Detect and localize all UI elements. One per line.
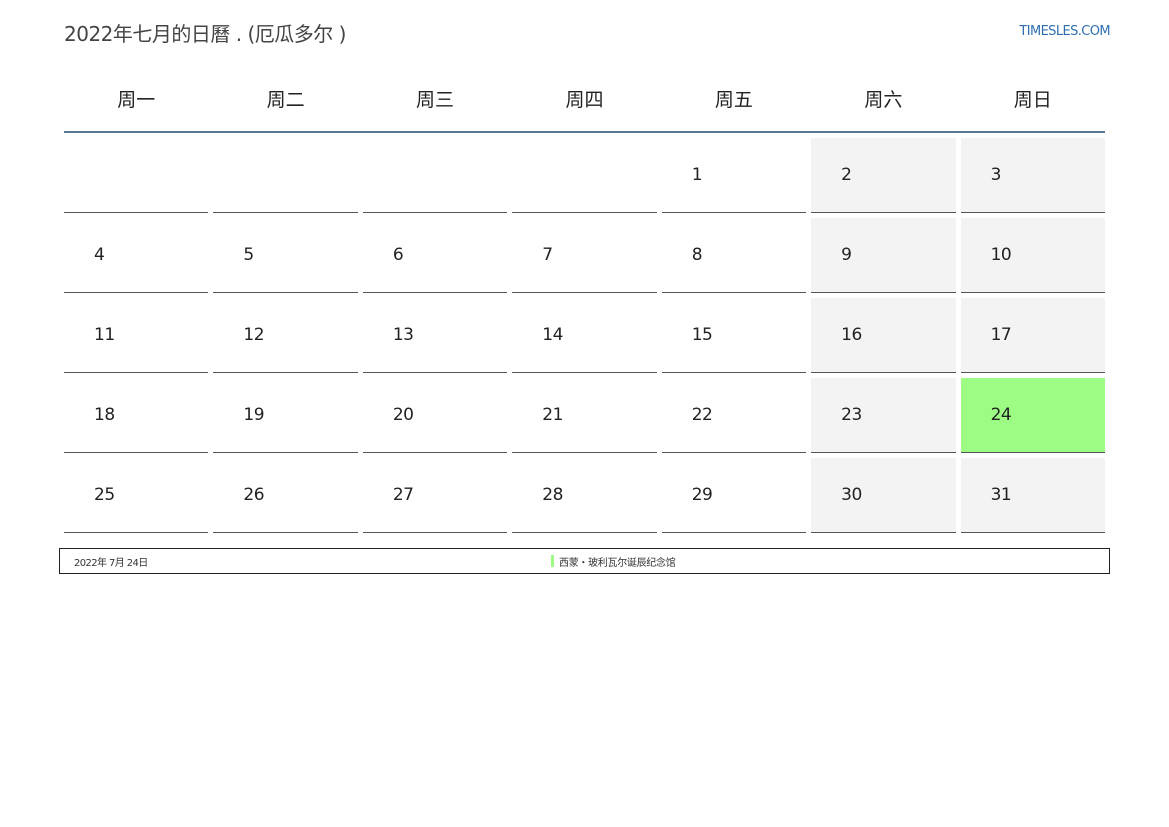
weekday-thu: 周四 (565, 89, 604, 111)
day-number: 19 (243, 405, 265, 425)
day-number: 10 (990, 245, 1012, 265)
calendar-grid: 周一 周二 周三 周四 周五 周六 周日 1 2 3 4 5 6 7 8 9 1… (64, 70, 1105, 533)
day-cell: 22 (661, 378, 807, 453)
day-number: 6 (392, 245, 404, 265)
holiday-notes: 2022年 7月 24日 西蒙・玻利瓦尔诞辰纪念馆 (59, 548, 1110, 574)
holiday-color-marker (551, 555, 554, 567)
day-number: 28 (542, 485, 563, 505)
weekday-fri: 周五 (714, 89, 753, 111)
day-cell (64, 138, 209, 213)
day-cell: 14 (512, 298, 657, 373)
day-cell (213, 138, 358, 213)
day-number: 15 (691, 325, 713, 345)
day-cell: 8 (661, 218, 807, 293)
day-cell: 21 (512, 378, 657, 453)
day-number: 27 (392, 485, 414, 505)
day-cell: 4 (64, 218, 209, 293)
day-number: 3 (990, 165, 1002, 185)
day-number: 14 (542, 325, 563, 345)
day-cell (512, 138, 657, 213)
day-cell-weekend: 17 (960, 298, 1105, 373)
day-cell: 25 (64, 458, 209, 533)
day-number: 31 (990, 485, 1012, 505)
day-cell-weekend: 9 (811, 218, 956, 293)
note-date: 2022年 7月 24日 (74, 558, 148, 569)
day-cell: 26 (213, 458, 358, 533)
note-text: 西蒙・玻利瓦尔诞辰纪念馆 (559, 558, 676, 569)
day-number: 20 (392, 405, 414, 425)
weekday-sat: 周六 (864, 89, 903, 111)
day-cell-weekend: 10 (960, 218, 1105, 293)
day-number: 26 (243, 485, 265, 505)
day-cell-weekend: 2 (811, 138, 956, 213)
day-cell: 11 (64, 298, 209, 373)
page-title: 2022年七月的日曆 . (厄瓜多尔 ) (64, 22, 346, 46)
day-number: 13 (392, 325, 414, 345)
day-cell: 15 (661, 298, 807, 373)
day-number: 21 (542, 405, 563, 425)
day-cell: 29 (661, 458, 807, 533)
calendar-days: 1 2 3 4 5 6 7 8 9 10 11 12 13 14 15 16 1… (64, 138, 1105, 533)
day-cell (362, 138, 508, 213)
day-cell: 18 (64, 378, 209, 453)
day-number: 2 (841, 165, 852, 185)
day-number: 17 (990, 325, 1012, 345)
day-number: 16 (841, 325, 862, 345)
weekday-tue: 周二 (266, 89, 305, 111)
day-cell-weekend: 3 (960, 138, 1105, 213)
day-cell: 27 (362, 458, 508, 533)
day-number: 12 (243, 325, 265, 345)
day-cell-weekend: 23 (811, 378, 956, 453)
day-cell: 12 (213, 298, 358, 373)
day-number: 25 (94, 485, 115, 505)
day-cell-weekend: 31 (960, 458, 1105, 533)
day-cell: 5 (213, 218, 358, 293)
weekday-wed: 周三 (416, 89, 455, 111)
day-number: 8 (691, 245, 703, 265)
day-number: 11 (94, 325, 115, 345)
day-cell: 6 (362, 218, 508, 293)
day-number: 1 (691, 165, 703, 185)
day-number: 23 (841, 405, 862, 425)
day-cell-weekend: 16 (811, 298, 956, 373)
weekday-sun: 周日 (1013, 89, 1052, 111)
day-number: 29 (691, 485, 713, 505)
day-number: 30 (841, 485, 862, 505)
day-number: 24 (990, 405, 1012, 425)
day-number: 7 (542, 245, 553, 265)
day-cell: 1 (661, 138, 807, 213)
day-number: 9 (841, 245, 852, 265)
day-cell: 20 (362, 378, 508, 453)
day-cell-weekend: 30 (811, 458, 956, 533)
day-cell-holiday: 24 (960, 378, 1105, 453)
weekday-mon: 周一 (117, 89, 156, 111)
day-cell: 19 (213, 378, 358, 453)
day-number: 5 (243, 245, 254, 265)
day-cell: 28 (512, 458, 657, 533)
day-number: 22 (691, 405, 713, 425)
day-cell: 13 (362, 298, 508, 373)
site-link[interactable]: TIMESLES.COM (1019, 24, 1110, 39)
day-cell: 7 (512, 218, 657, 293)
weekday-header: 周一 周二 周三 周四 周五 周六 周日 (64, 70, 1105, 133)
day-number: 18 (94, 405, 115, 425)
day-number: 4 (94, 245, 105, 265)
